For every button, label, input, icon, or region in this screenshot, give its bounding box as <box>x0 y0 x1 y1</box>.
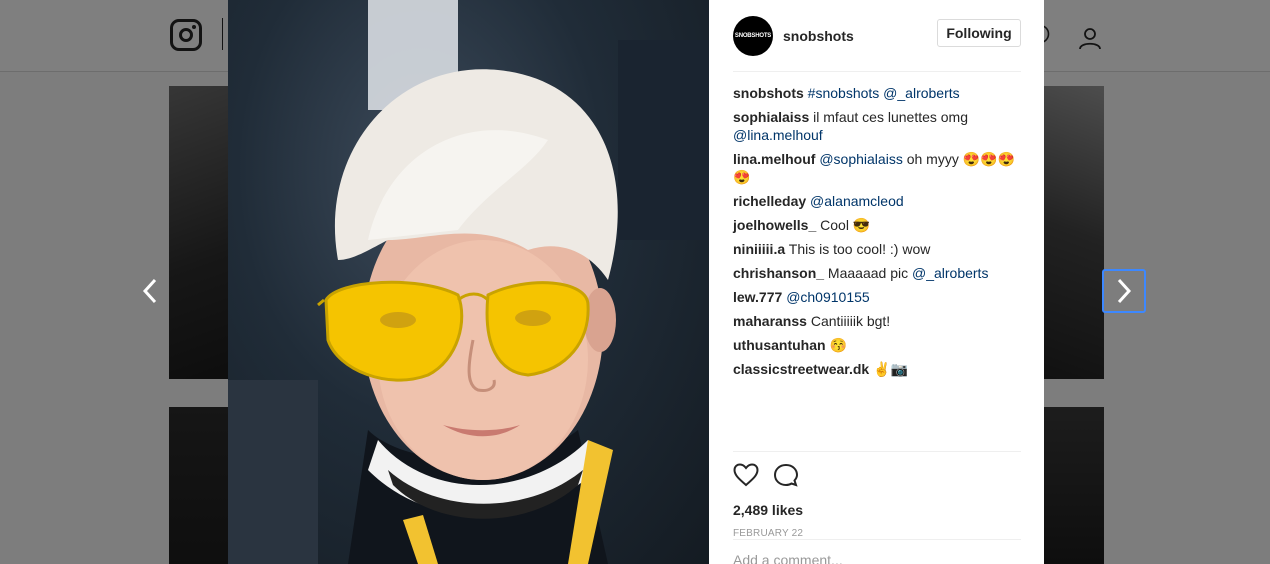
comment-username[interactable]: maharanss <box>733 313 807 329</box>
following-button[interactable]: Following <box>937 19 1021 47</box>
comment-item: uthusantuhan 😚 <box>733 336 1023 354</box>
comment-text: This is too cool! :) wow <box>788 241 931 257</box>
comment-item: joelhowells_ Cool 😎 <box>733 216 1023 234</box>
previous-post-button[interactable] <box>128 269 172 313</box>
comment-item: richelleday @alanamcleod <box>733 192 1023 210</box>
add-comment-input[interactable] <box>733 552 1021 564</box>
comment-username[interactable]: richelleday <box>733 193 806 209</box>
comment-text: Cool 😎 <box>820 217 871 233</box>
comment-item: chrishanson_ Maaaaad pic @_alroberts <box>733 264 1023 282</box>
post-actions: 2,489 likes FEBRUARY 22 <box>733 451 1021 541</box>
comment-text: Maaaaad pic <box>827 265 912 281</box>
avatar[interactable]: SNOBSHOTS <box>733 15 773 56</box>
likes-count[interactable]: 2,489 likes <box>733 502 1021 518</box>
comment-text: il mfaut ces lunettes omg <box>813 109 969 125</box>
comment-username[interactable]: lina.melhouf <box>733 151 815 167</box>
comment-item: sophialaiss il mfaut ces lunettes omg @l… <box>733 108 1023 144</box>
post-modal: SNOBSHOTS snobshots Following snobshots … <box>228 0 1044 564</box>
comment-mention[interactable]: @sophialaiss <box>819 151 902 167</box>
post-photo[interactable] <box>228 0 709 564</box>
comment-text: ✌📷 <box>873 361 908 377</box>
owner-username[interactable]: snobshots <box>783 28 854 44</box>
comment-username[interactable]: sophialaiss <box>733 109 809 125</box>
comment-username[interactable]: uthusantuhan <box>733 337 826 353</box>
add-comment-area <box>733 539 1021 564</box>
comment-username[interactable]: lew.777 <box>733 289 782 305</box>
comment-mention[interactable]: @ch0910155 <box>786 289 870 305</box>
comment-username[interactable]: chrishanson_ <box>733 265 824 281</box>
comment-item: classicstreetwear.dk ✌📷 <box>733 360 1023 378</box>
comment-icon[interactable] <box>773 463 799 487</box>
comment-item: maharanss Cantiiiiik bgt! <box>733 312 1023 330</box>
portrait-illustration <box>228 0 709 564</box>
post-header: SNOBSHOTS snobshots Following <box>733 12 1021 72</box>
comment-mention[interactable]: @_alroberts <box>883 85 959 101</box>
comment-username[interactable]: snobshots <box>733 85 804 101</box>
comment-item: niniiiii.a This is too cool! :) wow <box>733 240 1023 258</box>
comment-username[interactable]: niniiiii.a <box>733 241 785 257</box>
comment-item: lew.777 @ch0910155 <box>733 288 1023 306</box>
comments-list: snobshots #snobshots @_alroberts sophiala… <box>733 84 1023 384</box>
heart-icon[interactable] <box>733 463 759 487</box>
comment-text: Cantiiiiik bgt! <box>810 313 891 329</box>
comment-mention[interactable]: @alanamcleod <box>810 193 904 209</box>
chevron-right-icon <box>1117 278 1132 304</box>
comment-username[interactable]: classicstreetwear.dk <box>733 361 869 377</box>
next-post-button[interactable] <box>1102 269 1146 313</box>
post-sidebar: SNOBSHOTS snobshots Following snobshots … <box>709 0 1044 564</box>
chevron-left-icon <box>142 278 157 304</box>
comment-text: 😚 <box>829 337 847 353</box>
comment-mention[interactable]: @_alroberts <box>912 265 988 281</box>
post-date[interactable]: FEBRUARY 22 <box>733 528 1021 539</box>
comment-item: lina.melhouf @sophialaiss oh myyy 😍😍😍😍 <box>733 150 1023 186</box>
comment-item: snobshots #snobshots @_alroberts <box>733 84 1023 102</box>
comment-mention[interactable]: @lina.melhouf <box>733 127 823 143</box>
comment-mention[interactable]: #snobshots <box>808 85 880 101</box>
comment-username[interactable]: joelhowells_ <box>733 217 816 233</box>
